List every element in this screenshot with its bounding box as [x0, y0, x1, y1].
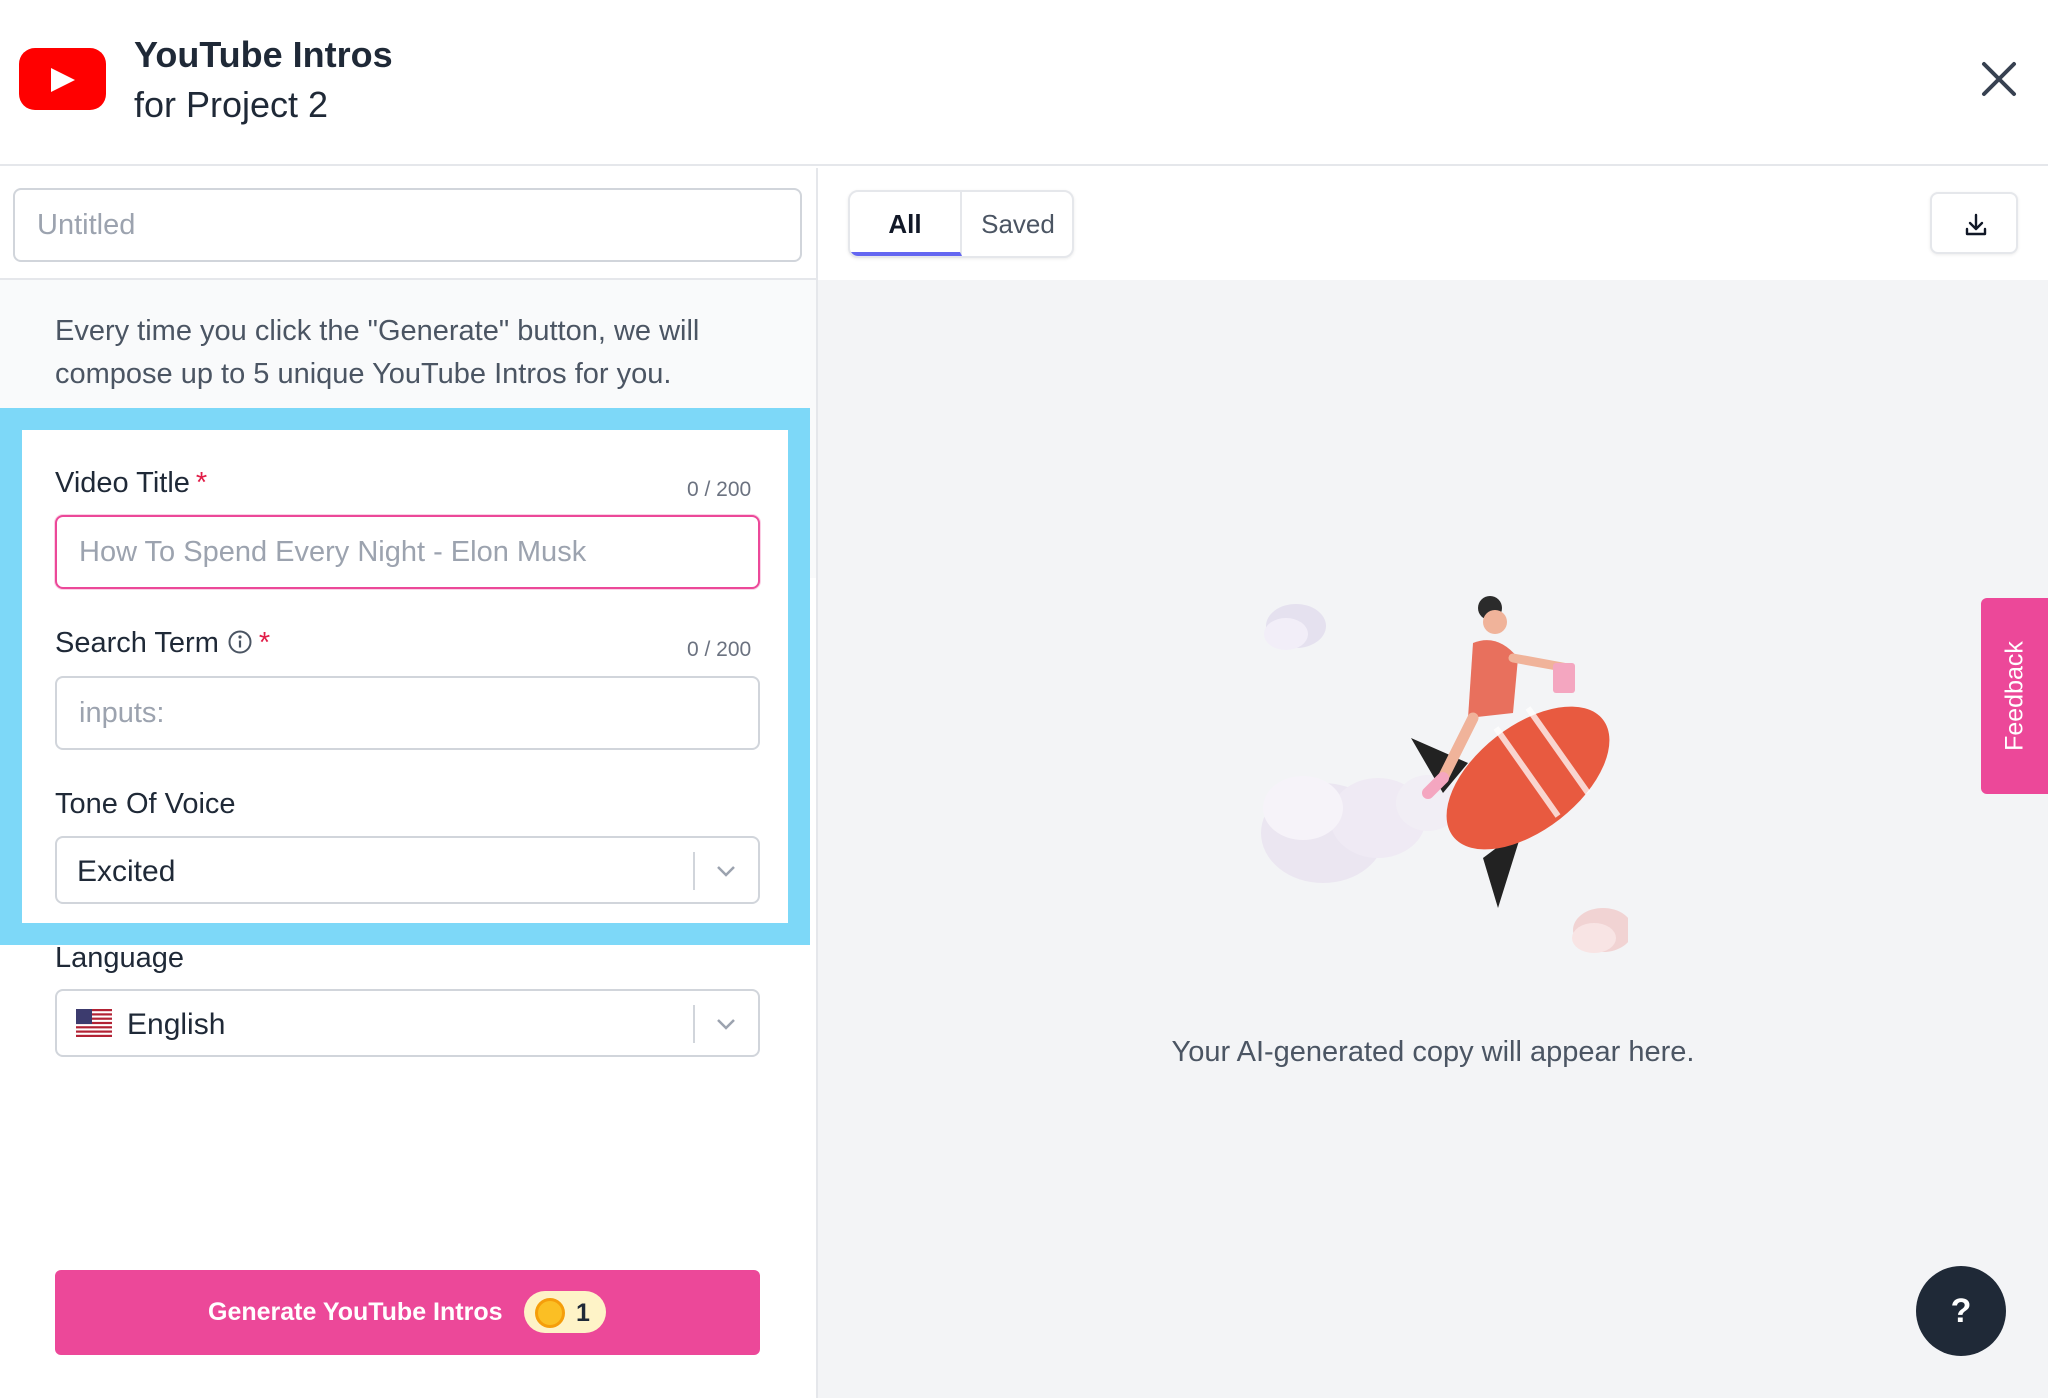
rocket-rider-illustration: [1261, 596, 1628, 953]
document-title-input[interactable]: [13, 188, 802, 262]
page-subtitle: for Project 2: [134, 84, 329, 125]
credit-count: 1: [576, 1299, 590, 1327]
output-tabs: All Saved: [848, 190, 1074, 258]
download-icon: [1965, 213, 1987, 236]
close-button[interactable]: [1976, 56, 2022, 102]
output-toolbar: All Saved: [818, 168, 2048, 280]
coin-icon: [535, 1298, 565, 1328]
feedback-tab[interactable]: Feedback: [1981, 598, 2048, 794]
info-icon[interactable]: [227, 629, 253, 655]
select-divider: [693, 852, 695, 890]
video-title-input[interactable]: [55, 515, 760, 589]
search-term-label: Search Term *: [55, 627, 271, 659]
video-title-count: 0 / 200: [687, 478, 752, 501]
language-select[interactable]: English: [55, 989, 760, 1057]
credit-badge: 1: [524, 1291, 606, 1333]
feedback-label: Feedback: [2000, 641, 2028, 751]
search-term-input[interactable]: [55, 676, 760, 750]
language-value: English: [127, 1008, 226, 1041]
help-button[interactable]: ?: [1916, 1266, 2006, 1356]
header: YouTube Intros for Project 2: [0, 0, 2048, 166]
generate-button[interactable]: Generate YouTube Intros 1: [55, 1270, 760, 1355]
search-term-count: 0 / 200: [687, 638, 752, 661]
empty-state-text: Your AI-generated copy will appear here.: [1171, 1036, 1695, 1068]
tone-of-voice-label: Tone Of Voice: [55, 788, 236, 820]
download-button[interactable]: [1930, 192, 2018, 254]
generate-button-label: Generate YouTube Intros: [208, 1298, 503, 1326]
chevron-down-icon: [717, 1019, 735, 1030]
close-icon: [1982, 62, 2016, 96]
info-text: Every time you click the "Generate" butt…: [55, 315, 700, 390]
tab-all[interactable]: All: [850, 192, 962, 256]
tone-of-voice-value: Excited: [77, 855, 176, 888]
tab-saved[interactable]: Saved: [962, 192, 1072, 256]
required-marker: *: [258, 627, 271, 659]
required-marker: *: [195, 467, 208, 499]
select-divider: [693, 1005, 695, 1043]
page-title: YouTube Intros: [134, 34, 393, 75]
input-panel: Every time you click the "Generate" butt…: [0, 168, 818, 1398]
us-flag-icon: [76, 1009, 112, 1037]
video-title-label: Video Title *: [55, 467, 208, 499]
chevron-down-icon: [717, 866, 735, 877]
language-label: Language: [55, 942, 185, 974]
output-panel: All Saved Your AI-generated copy will ap…: [818, 168, 2048, 1398]
youtube-logo-icon: [19, 48, 106, 110]
tone-of-voice-select[interactable]: Excited: [55, 836, 760, 904]
